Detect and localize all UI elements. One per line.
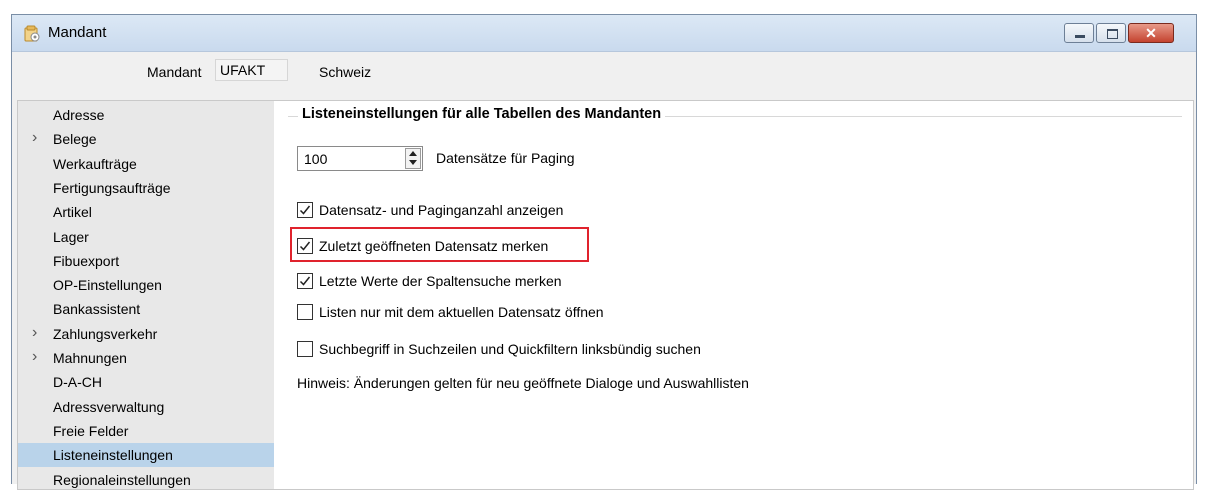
mandant-name: Schweiz	[319, 64, 371, 80]
sidebar-item[interactable]: Regionaleinstellungen	[18, 468, 274, 490]
sidebar-item[interactable]: › Zahlungsverkehr	[18, 322, 274, 346]
mandant-header: Mandant UFAKT Schweiz	[12, 51, 1196, 91]
sidebar-item-label: OP-Einstellungen	[53, 277, 162, 293]
checkbox[interactable]	[297, 304, 313, 320]
mandant-app-icon	[23, 25, 41, 43]
highlight-box	[290, 227, 589, 262]
checkbox[interactable]	[297, 341, 313, 357]
checkbox[interactable]	[297, 273, 313, 289]
window-title: Mandant	[48, 24, 106, 41]
sidebar-item[interactable]: Listeneinstellungen	[18, 443, 274, 467]
minimize-button[interactable]	[1064, 23, 1094, 43]
mandant-label: Mandant	[147, 64, 201, 80]
sidebar-item-label: Regionaleinstellungen	[53, 472, 191, 488]
minimize-icon	[1075, 35, 1085, 38]
sidebar-item-label: Fertigungsaufträge	[53, 180, 171, 196]
sidebar-item[interactable]: Fertigungsaufträge	[18, 176, 274, 200]
sidebar-item-label: Listeneinstellungen	[53, 447, 173, 463]
maximize-icon	[1107, 29, 1118, 39]
settings-navigation: Adresse › Belege Werkaufträge Fertigungsauft…	[17, 100, 275, 490]
option-label[interactable]: Listen nur mit dem aktuellen Datensatz ö…	[319, 304, 604, 320]
sidebar-item[interactable]: Adresse	[18, 103, 274, 127]
sidebar-item[interactable]: OP-Einstellungen	[18, 273, 274, 297]
sidebar-item[interactable]: › Belege	[18, 127, 274, 151]
sidebar-item-label: Bankassistent	[53, 301, 140, 317]
close-button[interactable]: ✕	[1128, 23, 1174, 43]
chevron-right-icon[interactable]: ›	[32, 129, 37, 147]
sidebar-item[interactable]: Lager	[18, 225, 274, 249]
sidebar-item-label: Belege	[53, 131, 97, 147]
sidebar-item-label: Artikel	[53, 204, 92, 220]
checkbox[interactable]	[297, 202, 313, 218]
mandant-window: Mandant ✕ Mandant UFAKT Schweiz Adresse ›…	[11, 14, 1197, 484]
sidebar-item[interactable]: D-A-CH	[18, 370, 274, 394]
sidebar-item-label: Freie Felder	[53, 423, 128, 439]
close-icon: ✕	[1129, 24, 1173, 42]
sidebar-item-label: D-A-CH	[53, 374, 102, 390]
sidebar-item-label: Zahlungsverkehr	[53, 326, 157, 342]
paging-spinbox[interactable]: 100	[297, 146, 423, 171]
mandant-code-field: UFAKT	[215, 59, 288, 81]
spin-up-icon[interactable]	[409, 151, 417, 156]
sidebar-item[interactable]: Adressverwaltung	[18, 395, 274, 419]
paging-label: Datensätze für Paging	[436, 150, 575, 166]
sidebar-item[interactable]: Fibuexport	[18, 249, 274, 273]
option-label[interactable]: Datensatz- und Paginganzahl anzeigen	[319, 202, 563, 218]
hint-text: Hinweis: Änderungen gelten für neu geöff…	[297, 375, 749, 391]
sidebar-item-label: Adresse	[53, 107, 104, 123]
maximize-button[interactable]	[1096, 23, 1126, 43]
group-title: Listeneinstellungen für alle Tabellen de…	[298, 106, 665, 122]
sidebar-item-label: Lager	[53, 229, 89, 245]
sidebar-item[interactable]: › Mahnungen	[18, 346, 274, 370]
option-label[interactable]: Suchbegriff in Suchzeilen und Quickfilte…	[319, 341, 701, 357]
sidebar-item[interactable]: Werkaufträge	[18, 152, 274, 176]
title-bar[interactable]: Mandant ✕	[12, 15, 1196, 52]
sidebar-item-label: Mahnungen	[53, 350, 127, 366]
sidebar-item-label: Adressverwaltung	[53, 399, 164, 415]
spin-buttons[interactable]	[405, 148, 421, 169]
option-label[interactable]: Letzte Werte der Spaltensuche merken	[319, 273, 562, 289]
sidebar-item[interactable]: Bankassistent	[18, 297, 274, 321]
spin-down-icon[interactable]	[409, 160, 417, 165]
settings-panel: Listeneinstellungen für alle Tabellen de…	[274, 100, 1194, 490]
sidebar-item[interactable]: Artikel	[18, 200, 274, 224]
sidebar-item-label: Werkaufträge	[53, 156, 137, 172]
sidebar-item-label: Fibuexport	[53, 253, 119, 269]
paging-value[interactable]: 100	[304, 151, 327, 167]
chevron-right-icon[interactable]: ›	[32, 348, 37, 366]
sidebar-item[interactable]: Freie Felder	[18, 419, 274, 443]
chevron-right-icon[interactable]: ›	[32, 324, 37, 342]
